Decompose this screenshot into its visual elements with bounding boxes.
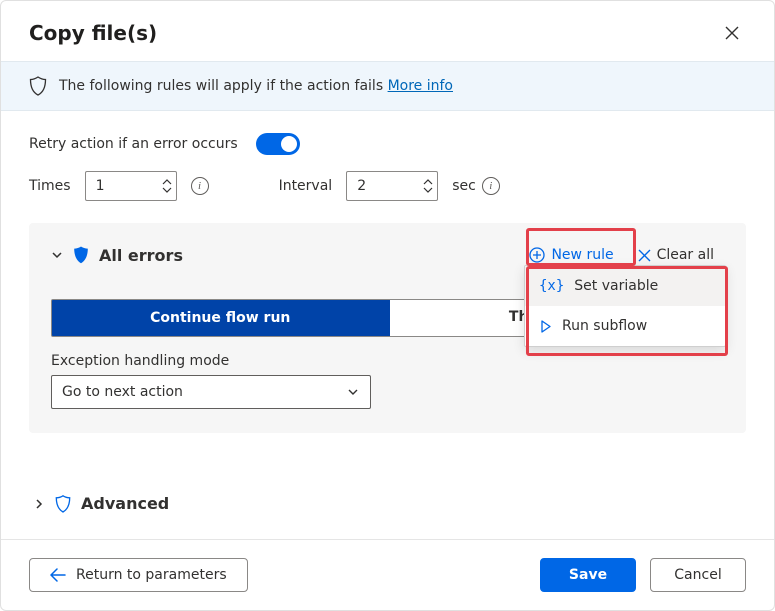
retry-label: Retry action if an error occurs [29,136,238,152]
more-info-link[interactable]: More info [388,78,453,94]
chevron-up-icon[interactable] [423,178,433,186]
chevron-down-icon [51,249,63,261]
info-banner: The following rules will apply if the ac… [1,61,774,111]
new-rule-dropdown: {x} Set variable Run subflow [524,265,726,347]
interval-unit: sec [452,178,476,194]
mode-value: Go to next action [62,384,183,400]
mode-label: Exception handling mode [51,353,724,369]
shield-icon [29,76,47,96]
times-value: 1 [86,178,161,194]
chevron-down-icon [346,385,360,399]
mode-select[interactable]: Go to next action [51,375,371,409]
chevron-up-icon[interactable] [162,178,172,186]
advanced-expand[interactable]: Advanced [29,492,746,515]
x-icon [638,249,651,262]
shield-filled-icon [73,246,89,264]
info-icon[interactable]: i [191,177,209,195]
times-label: Times [29,178,71,194]
chevron-down-icon[interactable] [423,186,433,194]
braces-icon: {x} [539,278,564,294]
advanced-label: Advanced [81,494,169,513]
interval-label: Interval [279,178,333,194]
chevron-right-icon [33,498,45,510]
shield-outline-icon [55,495,71,513]
arrow-left-icon [50,568,66,582]
errors-title-text: All errors [99,246,183,265]
continue-flow-button[interactable]: Continue flow run [51,299,390,337]
info-banner-text: The following rules will apply if the ac… [59,78,453,94]
save-button[interactable]: Save [540,558,636,592]
chevron-down-icon[interactable] [162,186,172,194]
interval-input[interactable]: 2 [346,171,438,201]
cancel-button[interactable]: Cancel [650,558,746,592]
dialog-title: Copy file(s) [29,21,157,45]
errors-panel: All errors New rule Clear all {x} Set va… [29,223,746,433]
info-icon[interactable]: i [482,177,500,195]
times-input[interactable]: 1 [85,171,177,201]
close-icon [725,26,739,40]
play-icon [539,320,552,333]
errors-expand[interactable]: All errors [51,246,183,265]
interval-value: 2 [347,178,422,194]
retry-toggle[interactable] [256,133,300,155]
plus-circle-icon [529,247,545,263]
dropdown-item-run-subflow[interactable]: Run subflow [525,306,725,346]
return-to-parameters-button[interactable]: Return to parameters [29,558,248,592]
dropdown-item-set-variable[interactable]: {x} Set variable [525,266,725,306]
close-button[interactable] [718,19,746,47]
